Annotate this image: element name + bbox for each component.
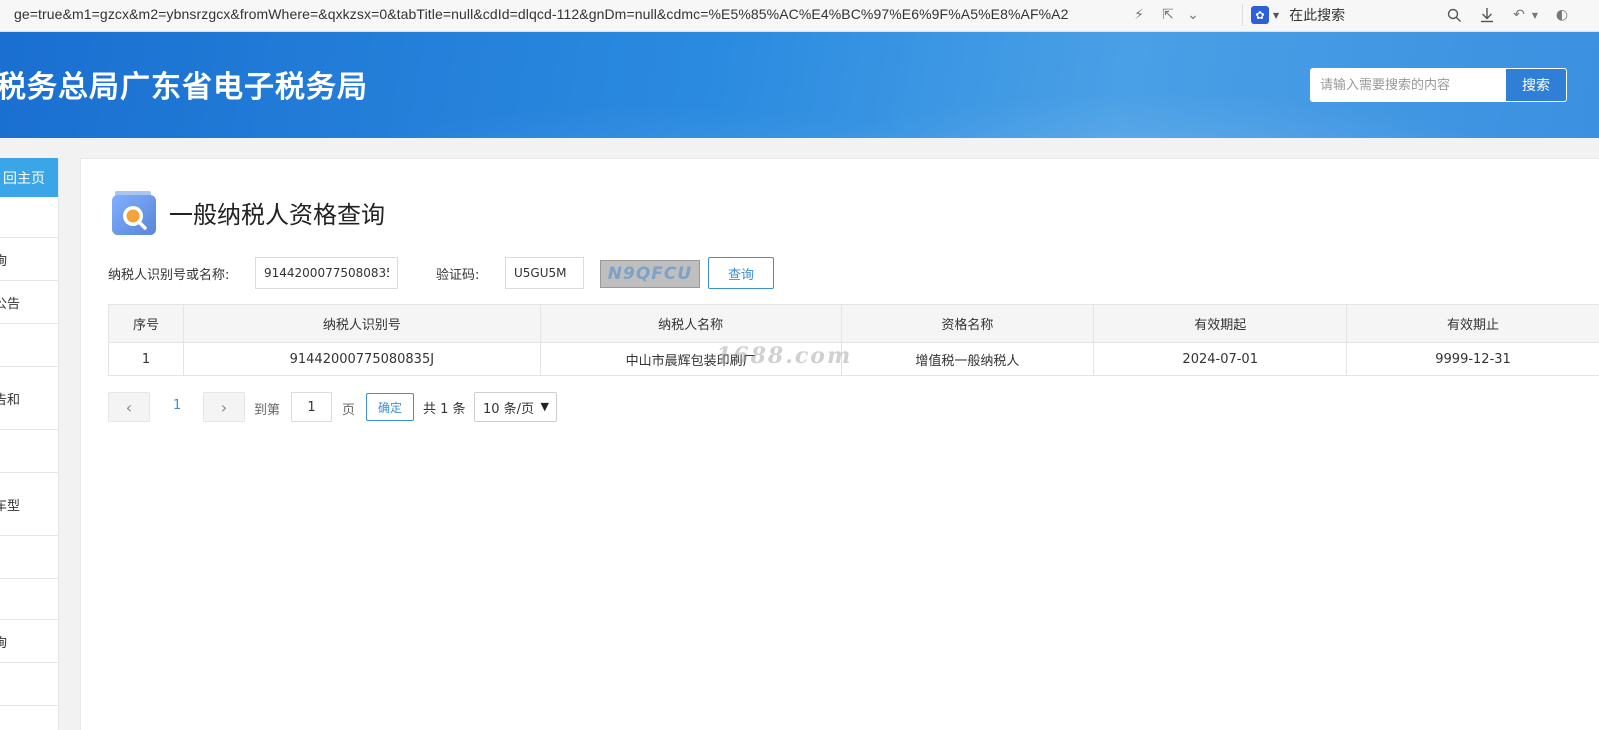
table-row: 1 91442000775080835J 中山市晨辉包装印刷厂 增值税一般纳税人… <box>108 342 1599 376</box>
results-table: 序号 纳税人识别号 纳税人名称 资格名称 有效期起 有效期止 1 9144200… <box>108 304 1599 376</box>
main-panel: 一般纳税人资格查询 纳税人识别号或名称: 验证码: N9QFCU 查询 序号 纳… <box>80 158 1599 730</box>
table-cell: 2024-07-01 <box>1093 342 1348 376</box>
moon-icon[interactable]: ◐ <box>1552 5 1572 25</box>
goto-page-input[interactable] <box>291 392 332 422</box>
query-button[interactable]: 查询 <box>708 257 774 289</box>
browser-search-label[interactable]: 在此搜索 <box>1289 5 1345 25</box>
browser-toolbar: ge=true&m1=gzcx&m2=ybnsrzgcx&fromWhere=&… <box>0 0 1599 32</box>
goto-confirm-button[interactable]: 确定 <box>366 393 414 421</box>
column-header: 纳税人识别号 <box>182 304 541 343</box>
goto-label: 到第 <box>254 403 281 418</box>
share-icon[interactable]: ⇱ <box>1158 5 1178 25</box>
header-banner: 税务总局广东省电子税务局 搜索 <box>0 32 1599 138</box>
column-header: 纳税人名称 <box>539 304 842 343</box>
taxpayer-input[interactable] <box>255 257 398 289</box>
page-unit-label: 页 <box>342 403 356 418</box>
page-size-select[interactable]: 10 条/页 ▼ <box>474 392 557 422</box>
page-size-value: 10 条/页 <box>483 401 535 417</box>
download-icon[interactable] <box>1477 5 1497 25</box>
caret-down-icon[interactable]: ▼ <box>1530 5 1540 25</box>
page-title: 一般纳税人资格查询 <box>169 201 385 229</box>
search-icon[interactable] <box>1444 5 1464 25</box>
sidebar-item[interactable] <box>0 197 58 238</box>
table-cell: 1 <box>108 342 184 376</box>
column-header: 资格名称 <box>840 304 1095 343</box>
site-title: 税务总局广东省电子税务局 <box>0 70 368 105</box>
table-cell: 9999-12-31 <box>1346 342 1599 376</box>
sidebar-item[interactable]: 询 <box>0 238 58 281</box>
sidebar: 回主页 询 公告 告和 车型 询 <box>0 158 59 730</box>
next-page-button[interactable]: › <box>203 392 245 422</box>
header-search-input[interactable] <box>1310 68 1506 102</box>
table-header-row: 序号 纳税人识别号 纳税人名称 资格名称 有效期起 有效期止 <box>108 304 1599 343</box>
sidebar-item[interactable]: 询 <box>0 620 58 663</box>
total-count: 共 1 条 <box>423 402 466 417</box>
sidebar-item[interactable] <box>0 663 58 706</box>
chevron-down-icon: ▼ <box>540 400 549 413</box>
caret-down-icon: ▼ <box>1273 10 1280 20</box>
captcha-label: 验证码: <box>436 268 480 283</box>
header-search-button[interactable]: 搜索 <box>1506 68 1567 102</box>
sidebar-item[interactable] <box>0 324 58 367</box>
chevron-down-icon[interactable]: ⌄ <box>1183 5 1203 25</box>
paw-icon: ✿ <box>1251 6 1269 24</box>
taxpayer-label: 纳税人识别号或名称: <box>108 268 230 283</box>
captcha-image[interactable]: N9QFCU <box>600 260 700 288</box>
table-cell: 91442000775080835J <box>182 342 541 376</box>
address-bar[interactable]: ge=true&m1=gzcx&m2=ybnsrzgcx&fromWhere=&… <box>14 6 1134 22</box>
table-cell: 中山市晨辉包装印刷厂 <box>539 342 842 376</box>
sidebar-item[interactable]: 车型 <box>0 473 58 536</box>
sidebar-item[interactable] <box>0 430 58 473</box>
column-header: 序号 <box>108 304 184 343</box>
prev-page-button[interactable]: ‹ <box>108 392 150 422</box>
sidebar-item[interactable]: 公告 <box>0 281 58 324</box>
sidebar-item[interactable]: 告和 <box>0 367 58 430</box>
header-search: 搜索 <box>1310 68 1567 102</box>
undo-icon[interactable]: ↶ <box>1509 5 1529 25</box>
search-document-icon <box>112 191 156 235</box>
table-cell: 增值税一般纳税人 <box>840 342 1095 376</box>
sidebar-home-button[interactable]: 回主页 <box>0 158 58 197</box>
column-header: 有效期止 <box>1346 304 1599 343</box>
column-header: 有效期起 <box>1093 304 1348 343</box>
page-number[interactable]: 1 <box>173 398 181 413</box>
lightning-icon[interactable]: ⚡ <box>1129 5 1149 25</box>
sidebar-item[interactable] <box>0 579 58 620</box>
sidebar-item[interactable] <box>0 536 58 579</box>
captcha-input[interactable] <box>505 257 584 289</box>
search-engine-selector[interactable]: ✿ ▼ 在此搜索 <box>1242 4 1345 26</box>
